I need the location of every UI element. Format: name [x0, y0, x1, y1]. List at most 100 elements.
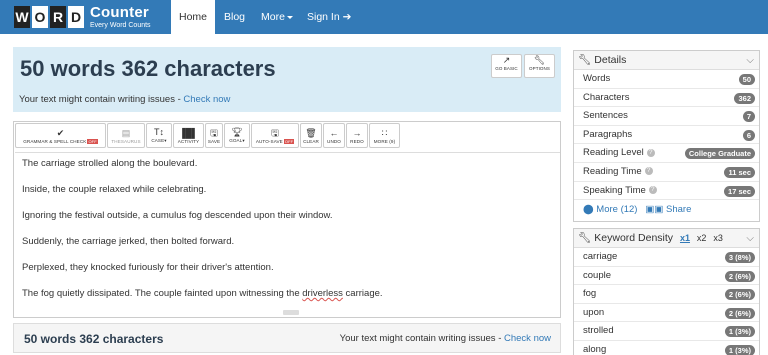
activity-button[interactable]: ▐█▌ ACTIVITY — [173, 123, 204, 148]
bottom-writing-issues: Your text might contain writing issues -… — [340, 333, 551, 344]
top-navbar: W O R D Counter Every Word Counts Home B… — [0, 0, 768, 34]
page-title: 50 words 362 characters — [20, 56, 276, 81]
editor-paragraph: Suddenly, the carriage jerked, then bolt… — [22, 236, 235, 247]
editor-text-segment: The fog quietly dissipated. The couple f… — [22, 288, 303, 299]
clear-button[interactable]: 🗑︎ CLEAR — [300, 123, 322, 148]
help-icon[interactable]: ? — [646, 148, 655, 157]
auto-save-text: AUTO-SAVE — [255, 138, 283, 144]
go-basic-button[interactable]: ↗ GO BASIC — [491, 54, 522, 78]
chevron-down-icon[interactable]: ⌵ — [746, 229, 754, 248]
keyword-badge: 1 (3%) — [724, 326, 755, 338]
keyword-label: couple — [583, 269, 611, 281]
count-header-panel: 50 words 362 characters Your text might … — [13, 47, 561, 112]
activity-label: ACTIVITY — [177, 138, 200, 144]
goal-text: GOAL — [229, 138, 243, 143]
keyword-row[interactable]: carriage 3 (8%) — [574, 248, 759, 267]
logo-letter-d: D — [68, 6, 84, 28]
share-label: Share — [666, 204, 692, 216]
nav-signin-label: Sign In — [307, 11, 340, 23]
sign-in-icon: ➔ — [342, 11, 352, 23]
more-tools-button[interactable]: ∷ MORE (9) — [369, 123, 400, 148]
tab-x1[interactable]: x1 — [680, 233, 690, 243]
trophy-icon: 🏆︎ — [231, 127, 243, 137]
thesaurus-label: THESAURUS — [111, 138, 141, 144]
site-logo[interactable]: W O R D Counter Every Word Counts — [14, 5, 151, 29]
grammar-check-button[interactable]: ✔ GRAMMAR & SPELL CHECK OFF — [15, 123, 106, 148]
keyword-badge: 2 (6%) — [724, 289, 755, 301]
details-header[interactable]: 🔧︎ Details ⌵ — [574, 51, 759, 70]
stat-label: Reading Level — [583, 147, 644, 159]
check-icon: ✔ — [56, 127, 65, 138]
nav-signin-link[interactable]: Sign In ➔ — [307, 0, 351, 34]
keyword-badge: 2 (6%) — [724, 307, 755, 319]
keyword-row[interactable]: upon 2 (6%) — [574, 304, 759, 323]
bottom-count-title: 50 words 362 characters — [24, 332, 164, 346]
grammar-check-label: GRAMMAR & SPELL CHECK OFF — [23, 138, 98, 144]
share-link[interactable]: ▣▣ Share — [640, 204, 691, 215]
go-basic-label: GO BASIC — [495, 66, 518, 71]
stat-label: Speaking Time — [583, 184, 646, 196]
keyword-label: strolled — [583, 325, 614, 337]
tab-x2[interactable]: x2 — [697, 233, 707, 243]
resize-handle[interactable] — [283, 310, 299, 315]
editor-textarea[interactable]: The carriage strolled along the boulevar… — [15, 152, 560, 315]
tab-x3[interactable]: x3 — [713, 233, 723, 243]
stat-row-words: Words 50 — [574, 70, 759, 89]
keyword-row[interactable]: strolled 1 (3%) — [574, 322, 759, 341]
logo-brand: Counter — [90, 4, 149, 21]
bottom-issues-text: Your text might contain writing issues - — [339, 333, 504, 344]
writing-issues-text: Your text might contain writing issues - — [19, 94, 184, 105]
case-label: CASE▾ — [151, 138, 166, 144]
undo-button[interactable]: ← UNDO — [323, 123, 345, 148]
nav-more-label: More — [261, 11, 285, 23]
case-button[interactable]: T↕ CASE▾ — [146, 123, 172, 148]
logo-letter-r: R — [50, 6, 66, 28]
writing-issues-notice: Your text might contain writing issues -… — [19, 94, 230, 105]
redo-button[interactable]: → REDO — [346, 123, 368, 148]
goal-button[interactable]: 🏆︎ GOAL▾ — [224, 123, 250, 148]
stat-label: Sentences — [583, 110, 628, 122]
stat-row-speaking-time: Speaking Time? 17 sec — [574, 182, 759, 201]
logo-text: Counter Every Word Counts — [90, 5, 151, 29]
keyword-row[interactable]: fog 2 (6%) — [574, 285, 759, 304]
help-icon[interactable]: ? — [644, 167, 653, 176]
bottom-check-now-link[interactable]: Check now — [504, 333, 551, 344]
text-editor: ✔ GRAMMAR & SPELL CHECK OFF ▤ THESAURUS T… — [13, 121, 561, 318]
auto-save-button[interactable]: 🖫︎ AUTO-SAVE OFF — [251, 123, 299, 148]
clear-label: CLEAR — [303, 138, 319, 144]
check-now-link[interactable]: Check now — [183, 94, 230, 105]
wrench-icon: 🔧︎ — [578, 232, 592, 244]
stat-label: Paragraphs — [583, 128, 633, 140]
options-label: OPTIONS — [529, 66, 550, 71]
keyword-row[interactable]: couple 2 (6%) — [574, 267, 759, 286]
stat-badge: 11 sec — [724, 166, 755, 178]
nav-more-dropdown[interactable]: More — [261, 0, 293, 34]
stat-label: Characters — [583, 91, 630, 103]
more-stats-link[interactable]: ⬤ More (12) — [583, 204, 637, 215]
toggle-icon: ⬤ — [583, 204, 594, 216]
external-link-icon: ↗ — [502, 55, 511, 65]
logo-letter-w: W — [14, 6, 30, 28]
keyword-label: along — [583, 343, 607, 355]
goal-caret-icon: ▾ — [242, 138, 245, 143]
stat-row-reading-level: Reading Level? College Graduate — [574, 144, 759, 163]
stat-badge: 17 sec — [724, 185, 755, 197]
nav-blog-link[interactable]: Blog — [224, 0, 245, 34]
goal-label: GOAL▾ — [229, 138, 245, 144]
editor-paragraph: The fog quietly dissipated. The couple f… — [22, 288, 383, 299]
trash-icon: 🗑︎ — [305, 127, 317, 138]
keyword-row[interactable]: along 1 (3%) — [574, 341, 759, 355]
keyword-density-panel: 🔧︎ Keyword Density x1 x2 x3 ⌵ carriage 3 … — [573, 228, 760, 355]
save-button[interactable]: 🖫︎ SAVE — [205, 123, 223, 148]
help-icon[interactable]: ? — [648, 186, 657, 195]
keyword-label: carriage — [583, 251, 618, 262]
arrow-left-icon: ← — [329, 127, 339, 138]
stat-badge: 362 — [734, 92, 755, 104]
nav-home-link[interactable]: Home — [171, 0, 215, 34]
keyword-badge: 1 (3%) — [724, 344, 755, 355]
options-button[interactable]: 🔧︎ OPTIONS — [524, 54, 555, 78]
misspelled-word[interactable]: driverless — [302, 288, 343, 299]
chevron-down-icon[interactable]: ⌵ — [746, 51, 754, 70]
thesaurus-button[interactable]: ▤ THESAURUS — [107, 123, 145, 148]
save-label: SAVE — [207, 138, 221, 144]
